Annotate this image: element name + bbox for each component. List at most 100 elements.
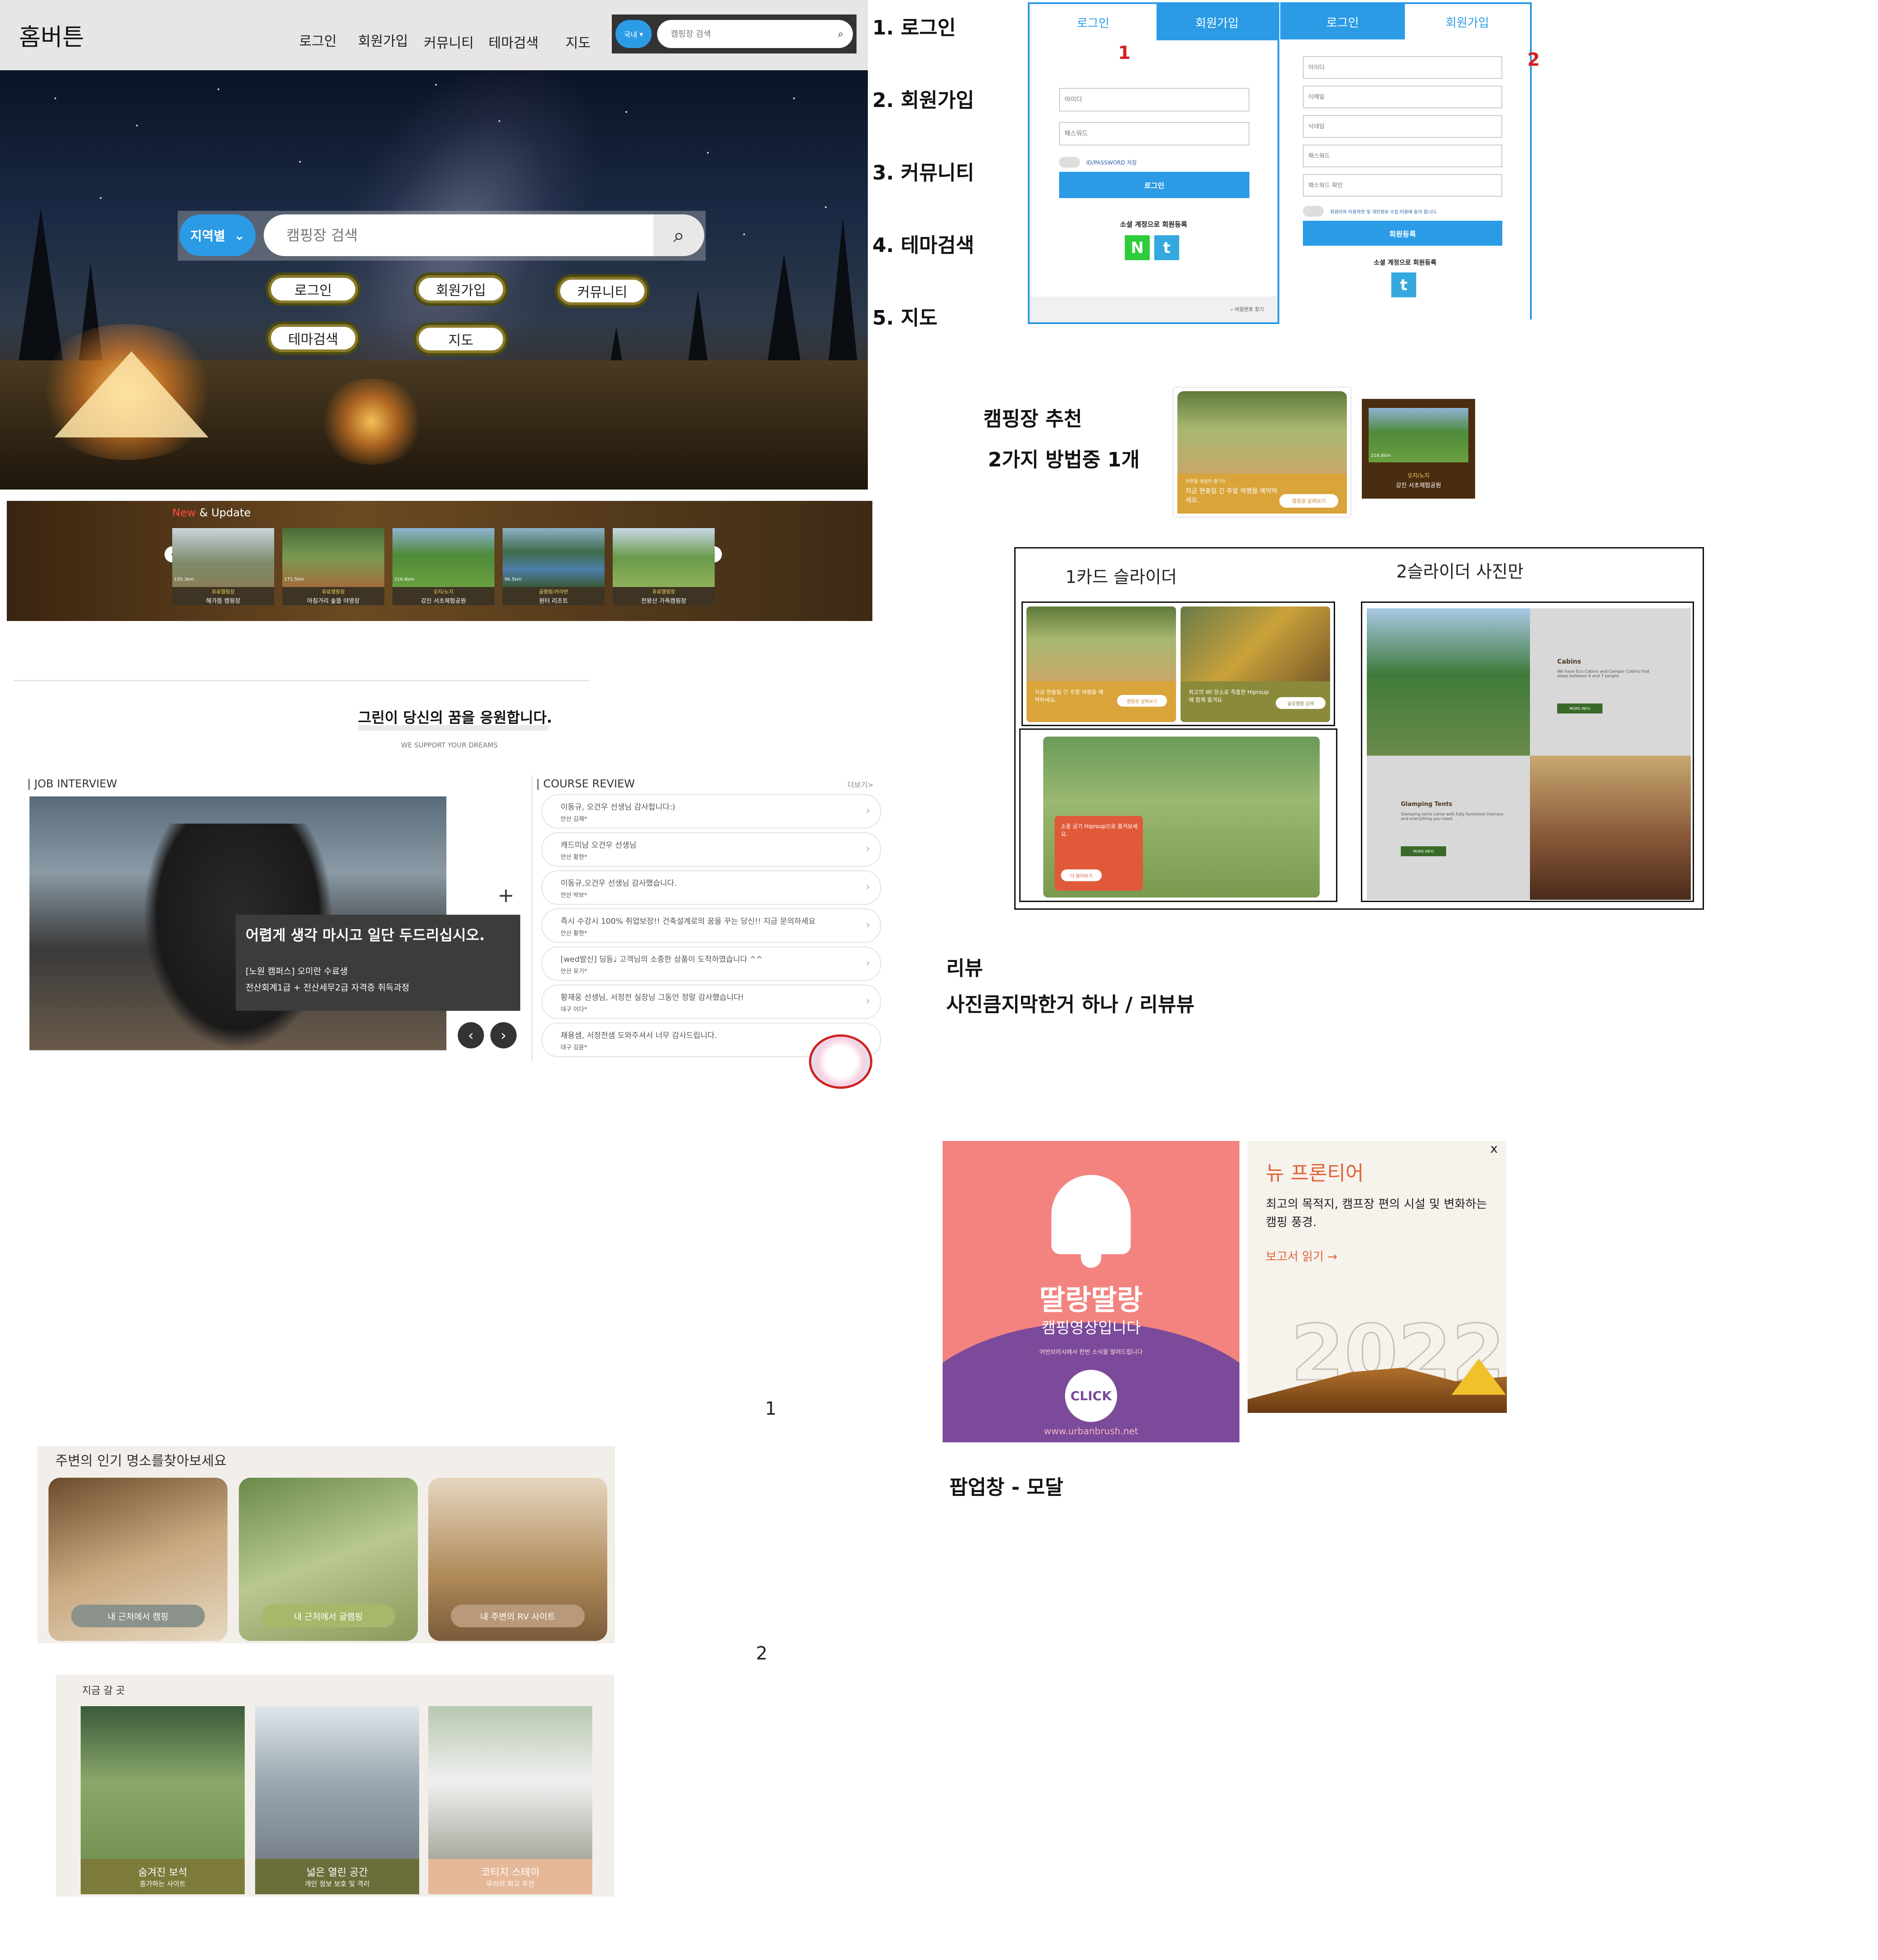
nav-community[interactable]: 커뮤니티	[424, 32, 474, 52]
cabins-card: Cabins We have Eco Cabins and Camper Cab…	[1530, 608, 1691, 756]
social-label: 소셜 계정으로 회원등록	[1374, 259, 1437, 267]
home-logo[interactable]: 홈버튼	[19, 18, 84, 52]
header-region-select[interactable]: 국내 ▾	[615, 20, 652, 48]
signup-nickname-input[interactable]	[1303, 115, 1502, 138]
remember-toggle[interactable]	[1059, 157, 1080, 168]
hero-theme-button[interactable]: 테마검색	[268, 324, 358, 352]
signup-form: 로그인 회원가입 2 회원이자 이용약관 및 개인정보 수집·이용에 동의 합니…	[1280, 2, 1540, 320]
slider-demo-box: 1카드 슬라이더 2슬라이더 사진만 지금 현충일 긴 주말 여행을 예약하세요…	[1014, 547, 1704, 910]
list-item: 3. 커뮤니티	[872, 161, 974, 184]
frontier-title: 뉴 프론티어	[1266, 1162, 1364, 1185]
popup-click-button[interactable]: CLICK	[1065, 1370, 1117, 1422]
slider-card[interactable]: 지금 현충일 긴 주말 여행을 예약하세요. 캠핑장 살펴보기	[1026, 606, 1176, 722]
update-card[interactable]: 유료캠핑장 천왕산 가족캠핑장	[613, 528, 715, 605]
review-item[interactable]: [wed발신] 딩동♩ 고객님의 소중한 상품이 도착하였습니다 ^^ 안산 유기…	[542, 946, 881, 981]
slider-card[interactable]: 소중 공기 Hiproup으로 즐겨보세요. 더 알아보기	[1055, 816, 1143, 891]
place-pill[interactable]: 내 근처에서 글램핑	[261, 1605, 395, 1627]
signup-id-input[interactable]	[1303, 56, 1502, 79]
nav-login[interactable]: 로그인	[299, 30, 337, 50]
browse-campsites-button[interactable]: 캠핑장 살펴보기	[1279, 494, 1338, 508]
region-dropdown[interactable]: 지역별 ⌄	[179, 214, 256, 256]
site-header: 홈버튼 로그인 회원가입 커뮤니티 테마검색 지도 국내 ▾ ⌕	[0, 0, 868, 70]
naver-icon[interactable]: N	[1125, 235, 1150, 260]
step-number: 1	[1118, 43, 1131, 63]
review-item[interactable]: 이동규,오건우 선생님 감사했습니다. 안산 박보* ›	[542, 870, 881, 905]
chevron-right-icon: ›	[866, 842, 870, 855]
slider-card-button[interactable]: 솔로캠핑 검색	[1276, 697, 1326, 709]
go-now-title: 지금 갈 곳	[82, 1685, 125, 1697]
hero-login-button[interactable]: 로그인	[268, 275, 358, 303]
interview-quote-box: 어렵게 생각 마시고 일단 두드리십시오. [노원 캠퍼스] 오미란 수료생 전…	[236, 915, 520, 1011]
chat-bubble-icon[interactable]	[809, 1034, 872, 1089]
more-info-button[interactable]: MORE INFO	[1401, 846, 1446, 856]
close-icon[interactable]: x	[1490, 1141, 1498, 1156]
login-footer: ⌕ 비밀번호 찾기	[1030, 296, 1278, 322]
update-card[interactable]: 155.3km 유료캠핑장 해가뜸 캠핑장	[172, 528, 274, 605]
tab-login[interactable]: 로그인	[1280, 4, 1405, 39]
tab-signup[interactable]: 회원가입	[1157, 4, 1278, 40]
header-search-input[interactable]	[657, 20, 829, 48]
place-pill[interactable]: 내 주변의 RV 사이트	[451, 1605, 585, 1627]
place-card[interactable]: 내 근처에서 글램핑	[239, 1478, 418, 1641]
job-interview-heading: | JOB INTERVIEW	[27, 777, 117, 790]
search-icon[interactable]: ⌕	[653, 214, 704, 256]
tab-signup[interactable]: 회원가입	[1405, 4, 1530, 39]
popup-ad[interactable]: 딸랑딸랑 캠핑영상입니다 어반브러시에서 한번 소식을 알려드립니다 CLICK…	[943, 1141, 1239, 1442]
chevron-right-icon: ›	[866, 956, 870, 969]
list-item: 1. 로그인	[872, 16, 956, 39]
review-item[interactable]: 캐드미남 오건우 선생님 안산 황현* ›	[542, 832, 881, 867]
read-report-link[interactable]: 보고서 읽기 →	[1266, 1247, 1337, 1264]
divider	[14, 680, 589, 681]
glamping-photo	[1530, 756, 1691, 900]
hero-map-button[interactable]: 지도	[416, 325, 506, 353]
hero-community-button[interactable]: 커뮤니티	[557, 277, 647, 305]
signup-password-input[interactable]	[1303, 145, 1502, 167]
expand-plus-icon[interactable]: +	[498, 884, 514, 907]
interview-course: 전산회계1급 + 전산세무2급 자격증 취득과정	[246, 983, 410, 993]
slider-card[interactable]: 최고의 Wi 장소로 즉흥한 Hiproup에 함께 즐겨요 솔로캠핑 검색	[1181, 606, 1330, 722]
nav-theme-search[interactable]: 테마검색	[489, 32, 538, 52]
update-card[interactable]: 216.8km 오지/노지 강진 서초체험공원	[392, 528, 494, 605]
hero-signup-button[interactable]: 회원가입	[416, 275, 506, 303]
twitter-icon[interactable]: t	[1154, 235, 1179, 260]
login-submit-button[interactable]: 로그인	[1059, 172, 1249, 198]
update-card[interactable]: 171.5km 유료캠핑장 아침가리 숲뜰 야영장	[282, 528, 384, 605]
frontier-body: 최고의 목적지, 캠프장 편의 시설 및 변화하는 캠핑 풍경.	[1266, 1198, 1487, 1229]
twitter-icon[interactable]: t	[1391, 272, 1416, 297]
review-item[interactable]: 즉시 수강시 100% 취업보장!! 건축설계로의 꿈을 꾸는 당신!! 지금 …	[542, 908, 881, 943]
review-item[interactable]: 이동규, 오건우 선생님 감사합니다:) 안산 김제* ›	[542, 794, 881, 829]
search-icon[interactable]: ⌕	[828, 20, 853, 48]
update-card[interactable]: 96.5km 글램핑/카라반 원터 리조트	[503, 528, 605, 605]
next-arrow-icon[interactable]: ›	[490, 1022, 517, 1048]
recommend-card-a[interactable]: 자연을 벗삼아 즐기는 지금 현충일 긴 주말 여행을 예약하세요. 캠핑장 살…	[1174, 388, 1350, 517]
prev-arrow-icon[interactable]: ‹	[458, 1022, 484, 1048]
place-card[interactable]: 내 주변의 RV 사이트	[428, 1478, 607, 1641]
bell-icon	[1051, 1175, 1131, 1254]
new-update-title: New & Update	[172, 506, 251, 519]
go-card[interactable]: 넓은 열린 공간 개인 정보 보호 및 격리	[255, 1706, 419, 1894]
more-link[interactable]: 더보기>	[847, 779, 874, 790]
slider-card-button[interactable]: 캠핑장 살펴보기	[1117, 695, 1167, 707]
nav-signup[interactable]: 회원가입	[358, 30, 408, 50]
go-card[interactable]: 코티지 스테이 우리의 최고 추천	[428, 1706, 592, 1894]
recommend-card-b[interactable]: 216.8km 오지/노지 강진 서초체험공원	[1362, 399, 1475, 499]
tab-login[interactable]: 로그인	[1030, 4, 1157, 40]
place-pill[interactable]: 내 근처에서 캠핑	[71, 1605, 205, 1627]
go-card[interactable]: 숨겨진 보석 증가하는 사이트	[81, 1706, 245, 1894]
find-password-link[interactable]: ⌕ 비밀번호 찾기	[1230, 306, 1264, 313]
signup-email-input[interactable]	[1303, 86, 1502, 108]
signup-submit-button[interactable]: 회원등록	[1303, 221, 1502, 246]
nav-map[interactable]: 지도	[566, 32, 591, 52]
popup-url: www.urbanbrush.net	[1044, 1426, 1138, 1436]
review-item[interactable]: 황재웅 선생님, 서정전 실장님 그동안 정말 감사했습니다! 대구 이다* ›	[542, 985, 881, 1019]
signup-password-confirm-input[interactable]	[1303, 174, 1502, 197]
slider-card-button[interactable]: 더 알아보기	[1061, 869, 1102, 881]
id-input[interactable]	[1059, 88, 1249, 112]
place-card[interactable]: 내 근처에서 캠핑	[48, 1478, 227, 1641]
more-info-button[interactable]: MORE INFO	[1557, 703, 1602, 713]
agree-toggle[interactable]	[1303, 206, 1324, 217]
password-input[interactable]	[1059, 122, 1249, 146]
card-slider-bottom: 소중 공기 Hiproup으로 즐겨보세요. 더 알아보기	[1019, 728, 1337, 902]
hero-search-input[interactable]	[264, 214, 653, 256]
social-label: 소셜 계정으로 회원등록	[1120, 220, 1187, 228]
